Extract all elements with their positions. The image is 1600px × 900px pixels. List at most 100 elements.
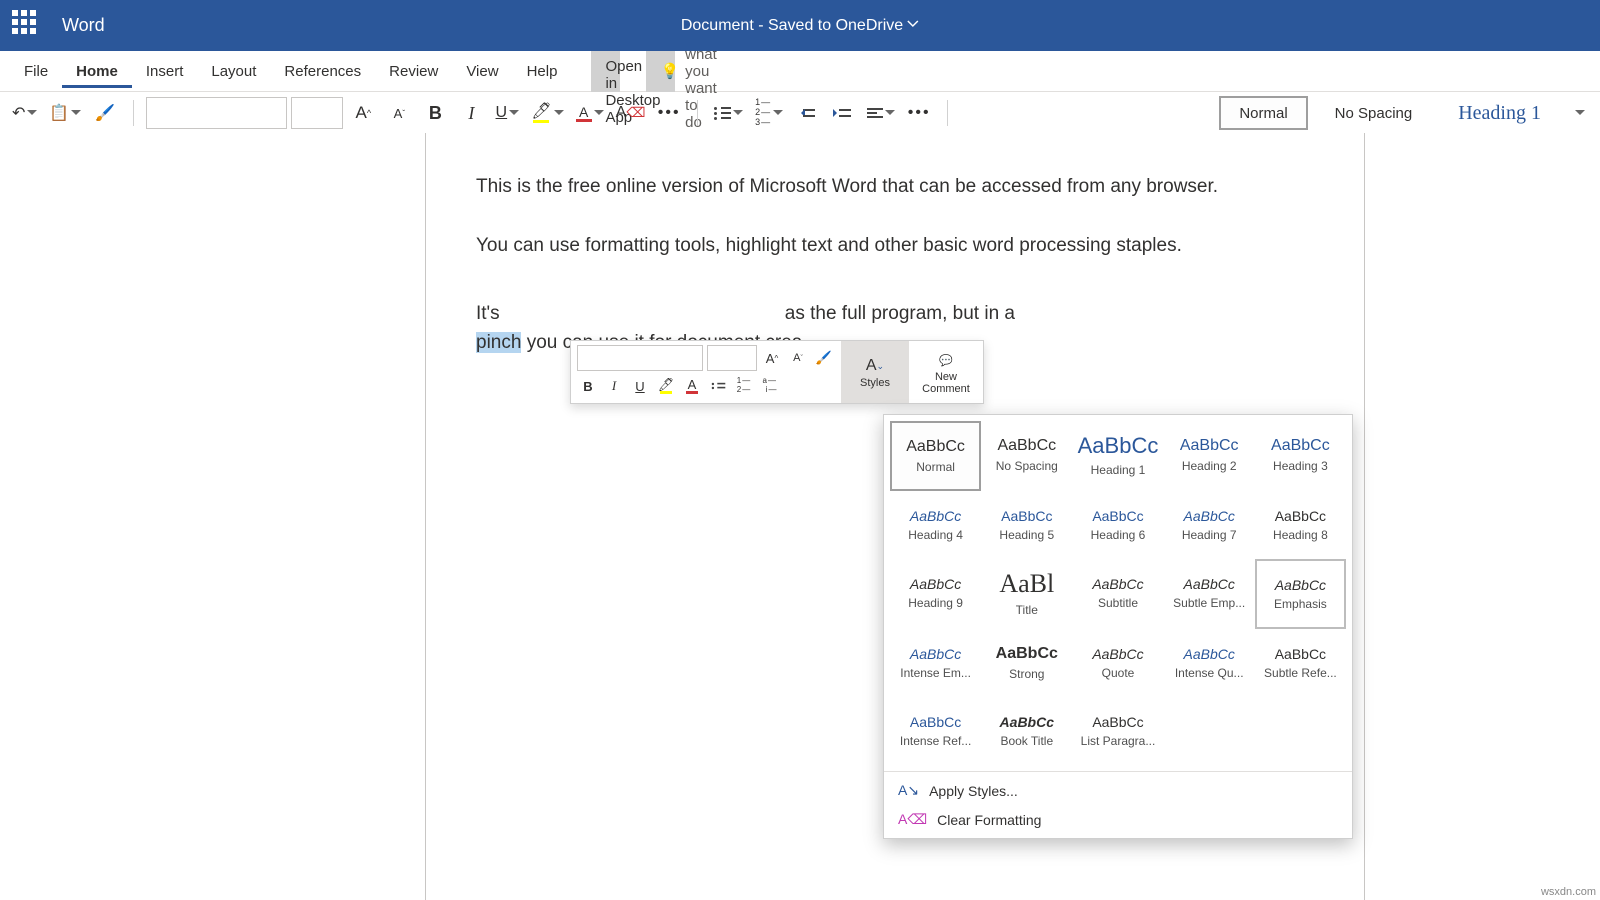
mini-multilevel-list-button[interactable]: a— i— — [759, 375, 781, 397]
mini-numbered-list-button[interactable]: 1—2— — [733, 375, 755, 397]
tell-me-search[interactable]: 💡 Tell me what you want to do — [646, 50, 675, 92]
mini-highlight-button[interactable]: 🖊 — [655, 375, 677, 397]
style-heading1-button[interactable]: Heading 1 — [1439, 97, 1560, 129]
undo-button[interactable]: ↶ — [8, 100, 41, 126]
style-gallery-item[interactable]: AaBbCcEmphasis — [1255, 559, 1346, 629]
align-button[interactable] — [863, 100, 899, 126]
mini-italic-button[interactable]: I — [603, 375, 625, 397]
tab-layout[interactable]: Layout — [197, 55, 270, 88]
style-gallery-item[interactable]: AaBlTitle — [981, 559, 1072, 627]
document-title[interactable]: Document - Saved to OneDrive — [681, 17, 919, 35]
style-gallery-item[interactable]: AaBbCcNo Spacing — [981, 421, 1072, 489]
style-gallery-item[interactable]: AaBbCcStrong — [981, 629, 1072, 697]
format-painter-button[interactable]: 🖌️ — [89, 100, 121, 126]
style-sample-text: AaBbCc — [1275, 646, 1326, 662]
tab-references[interactable]: References — [270, 55, 375, 88]
style-gallery-item[interactable]: AaBbCc Heading 5 — [981, 491, 1072, 559]
tab-review[interactable]: Review — [375, 55, 452, 88]
app-launcher-icon[interactable] — [12, 10, 44, 42]
font-color-button[interactable]: A — [572, 100, 608, 126]
style-sample-text: AaBbCc — [996, 645, 1058, 663]
style-gallery-item[interactable]: AaBbCcHeading 2 — [1164, 421, 1255, 489]
shrink-font-button[interactable]: Aˇ — [383, 100, 415, 126]
increase-indent-button[interactable] — [827, 100, 859, 126]
title-bar: Word Document - Saved to OneDrive — [0, 0, 1600, 51]
more-paragraph-button[interactable]: ••• — [903, 100, 935, 126]
decrease-indent-button[interactable] — [791, 100, 823, 126]
mini-bold-button[interactable]: B — [577, 375, 599, 397]
mini-format-painter-button[interactable]: 🖌️ — [813, 347, 835, 369]
style-gallery-item[interactable]: AaBbCcHeading 8 — [1255, 491, 1346, 559]
mini-font-name-input[interactable] — [577, 345, 703, 371]
style-gallery-item[interactable]: AaBbCcNormal — [890, 421, 981, 491]
tab-home[interactable]: Home — [62, 55, 132, 88]
tab-view[interactable]: View — [452, 55, 512, 88]
clear-formatting-label: Clear Formatting — [937, 812, 1041, 828]
style-gallery-item[interactable]: AaBbCcIntense Qu... — [1164, 629, 1255, 697]
mini-new-comment-button[interactable]: 💬 New Comment — [908, 341, 983, 403]
mini-bullet-list-button[interactable] — [707, 375, 729, 397]
clear-formatting-button[interactable]: A⌫ — [612, 100, 650, 126]
style-label: Intense Ref... — [900, 734, 971, 748]
style-normal-button[interactable]: Normal — [1219, 96, 1307, 130]
style-gallery-item[interactable]: AaBbCcSubtle Emp... — [1164, 559, 1255, 627]
ribbon-toolbar: ↶ 📋 🖌️ A^ Aˇ B I U 🖊 A A⌫ ••• 1—2—3— •••… — [0, 92, 1600, 136]
tab-help[interactable]: Help — [513, 55, 572, 88]
mini-toolbar: A^ Aˇ 🖌️ B I U 🖊 A 1—2— a— i— A⌄ Styles … — [570, 340, 984, 404]
paste-button[interactable]: 📋 — [45, 100, 85, 126]
clear-formatting-gallery-button[interactable]: A⌫ Clear Formatting — [884, 805, 1352, 834]
mini-font-color-button[interactable]: A — [681, 375, 703, 397]
font-name-input[interactable] — [146, 97, 287, 129]
mini-shrink-font-button[interactable]: Aˇ — [787, 347, 809, 369]
mini-grow-font-button[interactable]: A^ — [761, 347, 783, 369]
style-label: Heading 5 — [999, 528, 1054, 542]
numbered-list-button[interactable]: 1—2—3— — [751, 100, 787, 126]
style-sample-text: AaBl — [999, 569, 1054, 599]
style-label: Heading 1 — [1091, 463, 1146, 477]
bold-button[interactable]: B — [419, 100, 451, 126]
font-size-input[interactable] — [291, 97, 343, 129]
style-gallery-item[interactable]: AaBbCc Heading 1 — [1072, 421, 1163, 489]
bullet-list-button[interactable] — [710, 100, 747, 126]
style-gallery-item[interactable]: AaBbCcHeading 6 — [1072, 491, 1163, 559]
style-gallery-item[interactable]: AaBbCcHeading 3 — [1255, 421, 1346, 489]
italic-button[interactable]: I — [455, 100, 487, 126]
style-gallery-item[interactable]: AaBbCcHeading 9 — [890, 559, 981, 627]
underline-button[interactable]: U — [491, 100, 523, 126]
style-gallery-item[interactable]: AaBbCcBook Title — [981, 697, 1072, 765]
app-name: Word — [62, 15, 105, 36]
style-gallery-item[interactable]: AaBbCcHeading 4 — [890, 491, 981, 559]
style-gallery-item[interactable]: AaBbCcList Paragra... — [1072, 697, 1163, 765]
mini-underline-button[interactable]: U — [629, 375, 651, 397]
style-gallery-item[interactable]: AaBbCcSubtle Refe... — [1255, 629, 1346, 697]
tab-file[interactable]: File — [10, 55, 62, 88]
grow-font-button[interactable]: A^ — [347, 100, 379, 126]
mini-new-comment-label-2: Comment — [922, 383, 970, 395]
style-label: Book Title — [1000, 734, 1053, 748]
style-gallery-item[interactable]: AaBbCcHeading 7 — [1164, 491, 1255, 559]
style-label: Normal — [916, 460, 955, 474]
style-gallery-item[interactable]: AaBbCcIntense Ref... — [890, 697, 981, 765]
apply-styles-button[interactable]: A↘ Apply Styles... — [884, 776, 1352, 805]
style-label: Heading 8 — [1273, 528, 1328, 542]
mini-font-size-input[interactable] — [707, 345, 757, 371]
divider — [947, 100, 948, 126]
apply-styles-icon: A↘ — [898, 782, 919, 799]
style-gallery-item[interactable]: AaBbCcSubtitle — [1072, 559, 1163, 627]
style-gallery-item[interactable]: AaBbCcQuote — [1072, 629, 1163, 697]
style-sample-text: AaBbCc — [1271, 437, 1330, 455]
style-sample-text: AaBbCc — [1078, 433, 1159, 459]
style-sample-text: AaBbCc — [1001, 508, 1052, 524]
selected-text: pinch — [476, 332, 521, 353]
style-gallery-item[interactable]: AaBbCcIntense Em... — [890, 629, 981, 697]
style-sample-text: AaBbCc — [1275, 577, 1326, 593]
style-label: Subtitle — [1098, 596, 1138, 610]
open-in-desktop-button[interactable]: Open in Desktop App — [591, 50, 620, 92]
mini-styles-button[interactable]: A⌄ Styles — [841, 341, 908, 403]
style-no-spacing-button[interactable]: No Spacing — [1316, 97, 1432, 129]
styles-expand-button[interactable] — [1568, 97, 1592, 129]
highlight-button[interactable]: 🖊 — [527, 100, 567, 126]
more-font-button[interactable]: ••• — [653, 100, 685, 126]
tab-insert[interactable]: Insert — [132, 55, 198, 88]
style-label: Heading 4 — [908, 528, 963, 542]
